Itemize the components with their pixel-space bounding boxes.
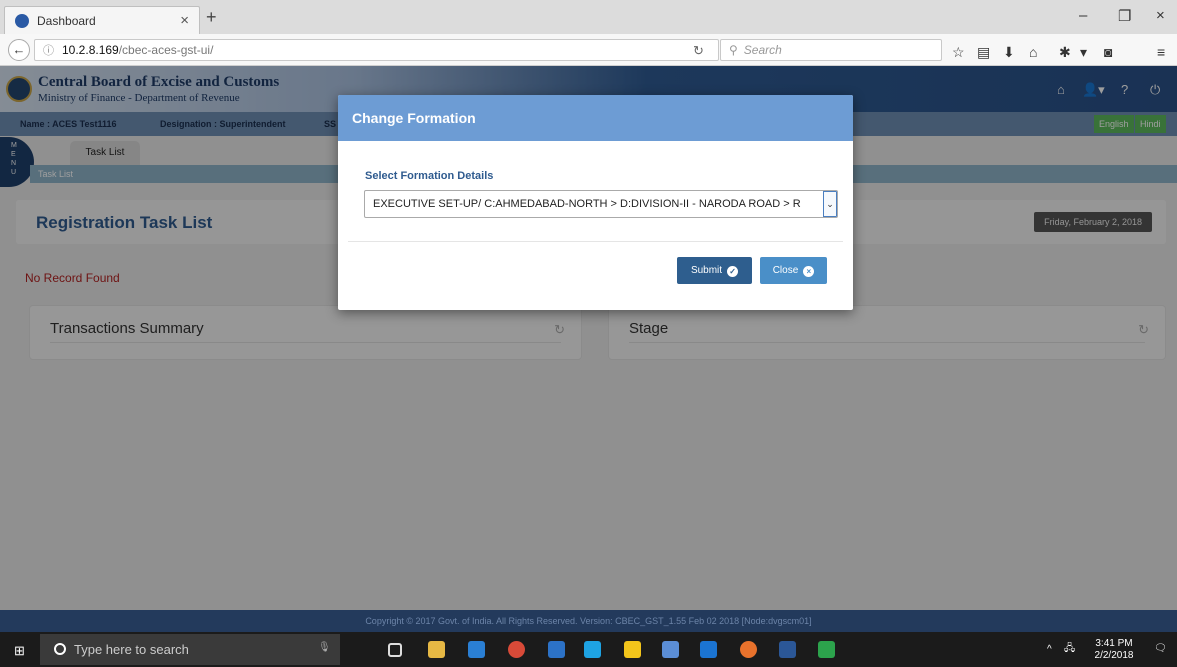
dropdown-icon[interactable]: ▾ bbox=[1080, 44, 1087, 61]
tray-chevron-icon[interactable]: ^ bbox=[1047, 644, 1052, 656]
internet-explorer-icon[interactable] bbox=[700, 641, 717, 658]
project-icon[interactable] bbox=[818, 641, 835, 658]
browser-nav-bar: ← ⓘ 10.2.8.169 /cbec-aces-gst-ui/ ↻ ⚲ Se… bbox=[0, 34, 1177, 66]
back-arrow-icon[interactable]: ← bbox=[8, 39, 30, 61]
edge-icon[interactable] bbox=[468, 641, 485, 658]
url-path: /cbec-aces-gst-ui/ bbox=[118, 43, 214, 57]
formation-select[interactable]: EXECUTIVE SET-UP/ C:AHMEDABAD-NORTH > D:… bbox=[364, 190, 838, 218]
formation-selected-value: EXECUTIVE SET-UP/ C:AHMEDABAD-NORTH > D:… bbox=[373, 198, 801, 210]
tab-close-icon[interactable]: × bbox=[180, 12, 189, 29]
search-icon: ⚲ bbox=[729, 43, 738, 57]
site-favicon-icon bbox=[15, 13, 29, 28]
sticky-notes-icon[interactable] bbox=[624, 641, 641, 658]
bookmark-star-icon[interactable]: ☆ bbox=[952, 44, 965, 61]
chrome-icon[interactable] bbox=[508, 641, 525, 658]
word-icon[interactable] bbox=[779, 641, 796, 658]
task-view-icon[interactable] bbox=[388, 643, 402, 657]
info-icon[interactable]: ⓘ bbox=[43, 42, 54, 58]
submit-label: Submit bbox=[690, 265, 723, 276]
cortana-icon bbox=[54, 643, 66, 655]
minimize-button[interactable]: – bbox=[1079, 7, 1087, 24]
file-explorer-icon[interactable] bbox=[428, 641, 445, 658]
windows-taskbar: ⊞ Type here to search 🎙 ^ 🖧 3:41 PM 2/2/… bbox=[0, 632, 1177, 667]
windows-start-icon[interactable]: ⊞ bbox=[14, 643, 25, 659]
notifications-icon[interactable]: 🗨 bbox=[1154, 643, 1167, 655]
network-icon[interactable]: 🖧 bbox=[1064, 643, 1075, 655]
maximize-button[interactable]: ❐ bbox=[1118, 7, 1131, 25]
taskbar-search-placeholder: Type here to search bbox=[74, 642, 189, 657]
formation-label: Select Formation Details bbox=[365, 170, 494, 182]
clock-time: 3:41 PM bbox=[1095, 638, 1133, 649]
browser-tab-dashboard[interactable]: Dashboard × bbox=[4, 6, 200, 34]
microphone-icon[interactable]: 🎙 bbox=[318, 642, 331, 654]
submit-button[interactable]: Submit ✓ bbox=[677, 257, 752, 284]
home-icon[interactable]: ⌂ bbox=[1029, 44, 1037, 60]
reload-icon[interactable]: ↻ bbox=[693, 43, 704, 59]
browser-search-input[interactable]: ⚲ Search bbox=[720, 39, 942, 61]
close-window-button[interactable]: × bbox=[1156, 7, 1165, 24]
firefox-icon[interactable] bbox=[740, 641, 757, 658]
clock-date: 2/2/2018 bbox=[1094, 650, 1134, 661]
change-formation-modal: Change Formation Select Formation Detail… bbox=[338, 95, 853, 310]
check-circle-icon: ✓ bbox=[727, 266, 739, 277]
close-button[interactable]: Close × bbox=[760, 257, 827, 284]
divider bbox=[348, 241, 843, 242]
search-placeholder: Search bbox=[743, 43, 782, 57]
new-tab-button[interactable]: + bbox=[206, 7, 217, 28]
snipping-tool-icon[interactable] bbox=[662, 641, 679, 658]
system-clock[interactable]: 3:41 PM 2/2/2018 bbox=[1084, 638, 1144, 662]
outlook-icon[interactable] bbox=[548, 641, 565, 658]
address-bar[interactable]: ⓘ 10.2.8.169 /cbec-aces-gst-ui/ bbox=[34, 39, 719, 61]
reader-list-icon[interactable]: ▤ bbox=[977, 44, 990, 61]
download-icon[interactable]: ⬇ bbox=[1003, 44, 1015, 61]
pocket-icon[interactable]: ◙ bbox=[1104, 44, 1112, 60]
url-host: 10.2.8.169 bbox=[62, 43, 119, 57]
footer: Copyright © 2017 Govt. of India. All Rig… bbox=[0, 610, 1177, 632]
hamburger-menu-icon[interactable]: ≡ bbox=[1157, 44, 1165, 60]
skype-icon[interactable] bbox=[584, 641, 601, 658]
close-circle-icon: × bbox=[803, 266, 815, 277]
extension-icon[interactable]: ✱ bbox=[1059, 44, 1071, 61]
chevron-down-icon[interactable]: ⌄ bbox=[823, 191, 837, 217]
browser-tab-bar: Dashboard × + – ❐ × bbox=[0, 0, 1177, 34]
taskbar-search-input[interactable]: Type here to search bbox=[40, 634, 340, 665]
close-label: Close bbox=[772, 265, 799, 276]
modal-title: Change Formation bbox=[338, 95, 853, 141]
tab-title: Dashboard bbox=[37, 13, 96, 28]
